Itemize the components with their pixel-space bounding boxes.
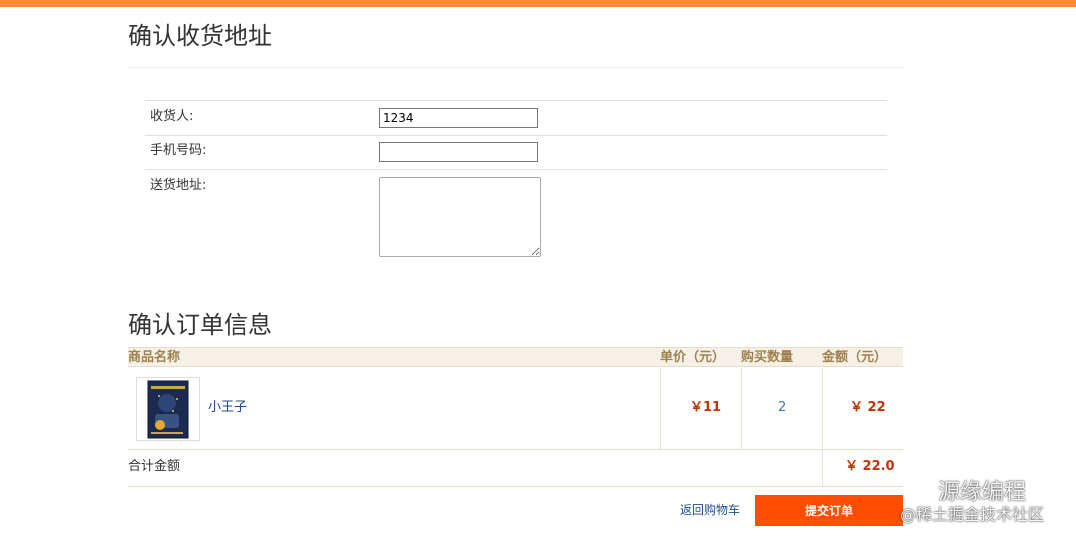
title-divider	[128, 67, 904, 68]
address-textarea[interactable]	[379, 177, 541, 257]
recipient-label: 收货人:	[150, 109, 194, 124]
form-row-divider	[145, 169, 887, 170]
phone-label: 手机号码:	[150, 143, 207, 158]
watermark-subtitle: @稀土掘金技术社区	[900, 505, 1045, 524]
column-header-quantity: 购买数量	[741, 350, 794, 365]
product-thumbnail[interactable]	[136, 377, 200, 441]
submit-order-button[interactable]: 提交订单	[755, 495, 903, 526]
order-table-header: 商品名称 单价（元） 购买数量 金额（元）	[128, 347, 903, 367]
total-value: ￥ 22.0	[845, 459, 895, 474]
item-amount: ￥ 22	[850, 400, 886, 415]
recipient-input[interactable]	[379, 108, 538, 128]
book-cover-icon	[147, 380, 189, 439]
column-divider	[741, 368, 742, 449]
row-divider	[128, 486, 903, 487]
quantity-value: 2	[778, 400, 787, 415]
back-to-cart-link[interactable]: 返回购物车	[680, 503, 740, 518]
order-section-title: 确认订单信息	[128, 311, 272, 339]
column-header-amount: 金额（元）	[822, 350, 888, 365]
total-label: 合计金额	[128, 459, 181, 474]
form-row-divider	[145, 135, 887, 136]
watermark: 源缘编程 @稀土掘金技术社区	[900, 480, 1070, 530]
wechat-icon	[903, 484, 934, 505]
product-name-link[interactable]: 小王子	[208, 400, 247, 416]
watermark-title: 源缘编程	[938, 480, 1027, 505]
column-divider	[822, 368, 823, 486]
row-divider	[128, 449, 903, 450]
phone-input[interactable]	[379, 142, 538, 162]
unit-price: ￥11	[690, 400, 722, 415]
address-label: 送货地址:	[150, 178, 207, 193]
form-row-divider	[145, 100, 887, 101]
address-section-title: 确认收货地址	[128, 22, 272, 50]
top-accent-bar	[0, 0, 1076, 7]
column-header-name: 商品名称	[128, 350, 181, 365]
column-header-unit-price: 单价（元）	[660, 350, 726, 365]
column-divider	[660, 368, 661, 449]
